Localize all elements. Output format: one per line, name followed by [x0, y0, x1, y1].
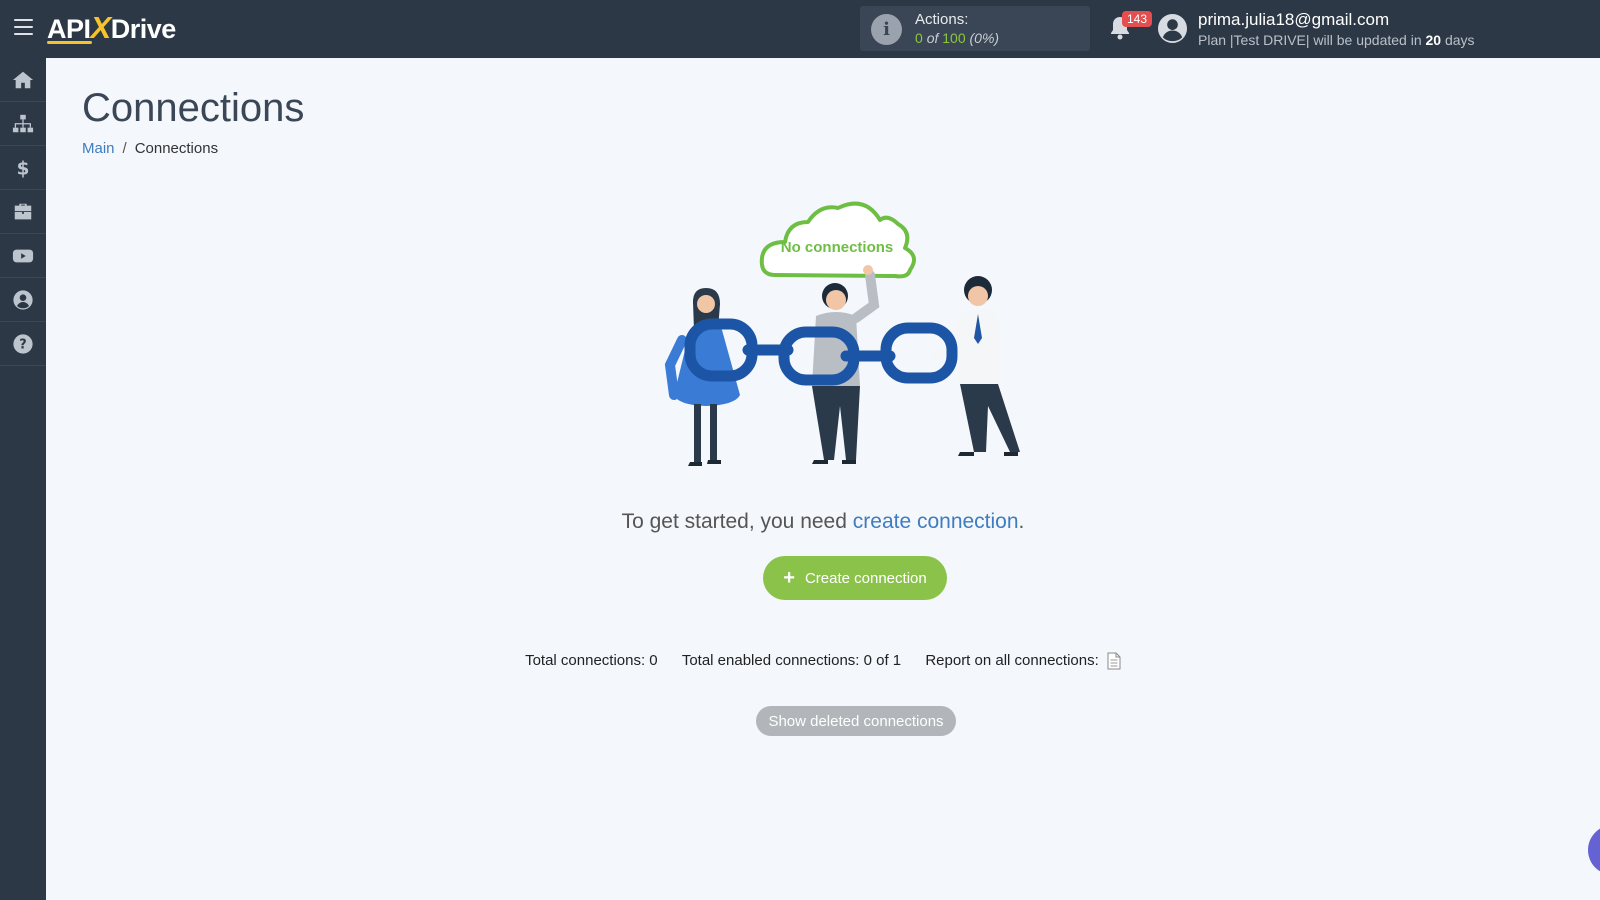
- svg-text:$: $: [17, 158, 30, 179]
- actions-counter: i Actions: 0 of 100 (0%): [860, 6, 1090, 51]
- get-started-prefix: To get started, you need: [621, 510, 847, 533]
- sidebar-item-billing[interactable]: $: [0, 146, 46, 190]
- actions-percent: (0%): [969, 30, 1000, 46]
- logo-underline: [47, 41, 92, 44]
- breadcrumb-separator: /: [122, 140, 127, 157]
- breadcrumb-current: Connections: [134, 140, 219, 157]
- plan-days: 20: [1425, 32, 1442, 48]
- chat-widget-button[interactable]: [1588, 825, 1600, 875]
- sidebar-item-home[interactable]: [0, 58, 46, 102]
- dollar-icon: $: [17, 158, 30, 179]
- logo-text-prefix: API: [47, 14, 91, 44]
- show-deleted-connections-button[interactable]: Show deleted connections: [756, 706, 956, 736]
- person-middle-figure: [812, 265, 880, 464]
- sidebar-item-video[interactable]: [0, 234, 46, 278]
- user-email[interactable]: prima.julia18@gmail.com: [1198, 10, 1389, 30]
- create-connection-label: Create connection: [804, 569, 927, 587]
- actions-label: Actions:: [915, 11, 969, 28]
- create-connection-button[interactable]: + Create connection: [763, 556, 947, 600]
- logo-text-suffix: Drive: [110, 14, 177, 44]
- no-connections-illustration: No connections: [664, 201, 1020, 466]
- plan-days-suffix: days: [1444, 32, 1475, 48]
- sidebar: $ ?: [0, 58, 46, 900]
- plan-text: Plan |Test DRIVE| will be updated in: [1198, 32, 1422, 48]
- sitemap-icon: [12, 114, 34, 132]
- actions-of: of: [926, 30, 939, 46]
- actions-count: 0 of 100 (0%): [915, 30, 999, 46]
- notification-badge[interactable]: 143: [1122, 11, 1153, 27]
- briefcase-icon: [14, 203, 32, 219]
- document-icon[interactable]: [1107, 652, 1121, 670]
- home-icon: [12, 71, 34, 88]
- get-started-text: To get started, you need create connecti…: [0, 510, 1600, 534]
- get-started-suffix: .: [1018, 510, 1025, 533]
- actions-used: 0: [915, 30, 923, 46]
- avatar-icon[interactable]: [1157, 13, 1188, 44]
- sidebar-item-account[interactable]: [0, 278, 46, 322]
- total-connections: Total connections: 0: [525, 652, 658, 669]
- cloud-label: No connections: [781, 239, 894, 256]
- user-plan: Plan |Test DRIVE| will be updated in 20 …: [1198, 32, 1475, 48]
- page-title: Connections: [82, 86, 305, 130]
- connection-stats: Total connections: 0 Total enabled conne…: [0, 652, 1600, 670]
- youtube-icon: [12, 249, 34, 262]
- question-circle-icon: ?: [13, 333, 33, 354]
- top-bar: APIXDrive i Actions: 0 of 100 (0%) 143 p…: [0, 0, 1600, 58]
- logo-text-x: X: [90, 10, 112, 45]
- sidebar-item-services[interactable]: [0, 190, 46, 234]
- plus-icon: +: [783, 566, 795, 589]
- report-label: Report on all connections:: [925, 652, 1099, 669]
- total-enabled-connections: Total enabled connections: 0 of 1: [681, 652, 902, 669]
- menu-icon[interactable]: [14, 19, 33, 36]
- actions-total: 100: [942, 30, 966, 46]
- sidebar-item-structure[interactable]: [0, 102, 46, 146]
- sidebar-item-help[interactable]: ?: [0, 322, 46, 366]
- apix-drive-logo[interactable]: APIXDrive: [47, 11, 176, 45]
- breadcrumb: Main / Connections: [82, 140, 218, 157]
- breadcrumb-main-link[interactable]: Main: [82, 140, 115, 157]
- svg-text:?: ?: [19, 337, 26, 352]
- user-circle-icon: [13, 289, 33, 310]
- info-icon: i: [871, 14, 902, 45]
- create-connection-link[interactable]: create connection: [853, 510, 1019, 533]
